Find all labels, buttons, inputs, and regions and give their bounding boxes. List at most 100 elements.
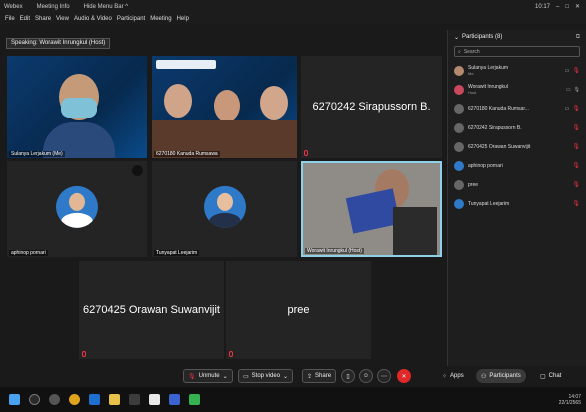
unmute-button[interactable]: 🎙 Unmute ⌄ bbox=[183, 369, 233, 383]
participant-avatar bbox=[454, 65, 464, 76]
chevron-down-icon[interactable]: ⌄ bbox=[283, 373, 288, 380]
mic-muted-icon: 🎙 bbox=[572, 163, 580, 169]
file-explorer-icon[interactable] bbox=[109, 394, 120, 405]
store-icon[interactable] bbox=[129, 394, 140, 405]
close-icon[interactable]: ✕ bbox=[575, 3, 580, 10]
hide-menu-bar-button[interactable]: Hide Menu Bar ^ bbox=[84, 4, 129, 10]
participant-row[interactable]: 6270425 Orawan Suwanvijit 🎙 bbox=[448, 137, 586, 156]
tile-name-large: pree bbox=[287, 304, 310, 316]
reactions-button[interactable]: ☺ bbox=[359, 369, 373, 383]
stop-video-button[interactable]: ▭ Stop video ⌄ bbox=[238, 369, 294, 383]
participant-search-input[interactable]: ⌕ Search bbox=[454, 46, 580, 57]
task-view-icon[interactable] bbox=[49, 394, 60, 405]
video-icon: ▭ bbox=[564, 67, 570, 74]
participant-avatar bbox=[454, 84, 464, 95]
participant-row[interactable]: Sulanya Lerjakum Me ▭ 🎙 bbox=[448, 61, 586, 80]
menu-meeting[interactable]: Meeting bbox=[150, 16, 171, 22]
chat-button[interactable]: ▢ Chat bbox=[536, 369, 565, 383]
search-icon: ⌕ bbox=[458, 48, 461, 55]
collapse-chevron-icon[interactable]: ⌄ bbox=[454, 34, 459, 41]
minimize-icon[interactable]: – bbox=[556, 4, 559, 10]
apps-button[interactable]: ⁘ Apps bbox=[438, 369, 468, 383]
leave-meeting-button[interactable]: ✕ bbox=[397, 369, 411, 383]
face-mask bbox=[61, 98, 97, 118]
menu-edit[interactable]: Edit bbox=[20, 16, 30, 22]
participant-name: Sulanya Lerjakum bbox=[468, 65, 509, 71]
participant-name: 6270242 Sirapussorn B. bbox=[468, 124, 522, 131]
video-tile-6-active-speaker[interactable]: Worawit Inrungkul (Host) bbox=[301, 161, 442, 257]
chevron-down-icon[interactable]: ⌄ bbox=[223, 373, 228, 380]
mic-muted-icon: 🎙 bbox=[188, 373, 196, 380]
mic-muted-icon: 🎙 bbox=[572, 125, 580, 131]
participant-row[interactable]: pree 🎙 bbox=[448, 175, 586, 194]
video-tile-2[interactable]: 6270180 Kanuda Rumsawa bbox=[152, 56, 297, 158]
windows-start-icon[interactable] bbox=[9, 394, 20, 405]
participant-row[interactable]: Worawit Inrungkul Host ▭ 🎙 bbox=[448, 80, 586, 99]
participant-avatar bbox=[454, 122, 464, 133]
menu-participant[interactable]: Participant bbox=[117, 16, 145, 22]
video-icon: ▭ bbox=[565, 86, 571, 93]
tile-name-large: 6270425 Orawan Suwanvijit bbox=[83, 304, 220, 316]
participant-avatar bbox=[454, 141, 464, 152]
app-icon[interactable] bbox=[149, 394, 160, 405]
search-icon[interactable] bbox=[29, 394, 40, 405]
windows-taskbar: 14:07 22/1/2565 bbox=[0, 387, 586, 412]
share-icon: ⇪ bbox=[307, 373, 313, 380]
record-icon: ▯ bbox=[346, 373, 350, 380]
meeting-info-button[interactable]: Meeting Info bbox=[37, 4, 70, 10]
maximize-icon[interactable]: □ bbox=[565, 4, 569, 10]
video-tile-5[interactable]: Tunyapat Leejarim bbox=[152, 161, 297, 257]
video-tile-1[interactable]: Sulanya Lerjakum (Me) bbox=[7, 56, 147, 158]
participant-avatar bbox=[454, 160, 464, 171]
mic-muted-icon: 🎙 bbox=[572, 182, 580, 188]
participant-name: Tunyapat Leejarim bbox=[468, 200, 510, 207]
participant-avatar bbox=[454, 198, 464, 209]
line-icon[interactable] bbox=[189, 394, 200, 405]
mic-muted-icon: 🎙 bbox=[572, 144, 580, 150]
participant-row[interactable]: 6270242 Sirapussorn B. 🎙 bbox=[448, 118, 586, 137]
menu-view[interactable]: View bbox=[56, 16, 69, 22]
chat-label: Chat bbox=[548, 373, 562, 379]
logo-banner bbox=[156, 60, 216, 69]
edge-icon[interactable] bbox=[89, 394, 100, 405]
participant-row[interactable]: Tunyapat Leejarim 🎙 bbox=[448, 194, 586, 213]
participant-row[interactable]: aphinop pornari 🎙 bbox=[448, 156, 586, 175]
recorder-button[interactable]: ▯ bbox=[341, 369, 355, 383]
participant-face bbox=[164, 84, 192, 118]
apps-label: Apps bbox=[450, 373, 464, 379]
participant-avatar bbox=[454, 179, 464, 190]
more-button[interactable]: ⋯ bbox=[377, 369, 391, 383]
meeting-controls: 🎙 Unmute ⌄ ▭ Stop video ⌄ ⇪ Share ▯ ☺ ⋯ … bbox=[0, 366, 586, 386]
video-tile-8[interactable]: pree bbox=[226, 261, 371, 359]
tile-name: aphinop pornari bbox=[9, 250, 48, 256]
mic-muted-icon bbox=[229, 351, 233, 357]
video-icon: ▭ bbox=[564, 105, 570, 112]
video-tile-3[interactable]: 6270242 Sirapussorn B. bbox=[301, 56, 442, 158]
participant-role: Host bbox=[468, 90, 477, 95]
more-icon: ⋯ bbox=[381, 373, 387, 380]
video-tile-4[interactable]: aphinop pornari bbox=[7, 161, 147, 257]
chrome-icon[interactable] bbox=[69, 394, 80, 405]
participant-body bbox=[393, 207, 437, 255]
mic-muted-icon: 🎙 bbox=[572, 106, 580, 112]
menu-audio-video[interactable]: Audio & Video bbox=[74, 16, 112, 22]
video-tile-7[interactable]: 6270425 Orawan Suwanvijit bbox=[79, 261, 224, 359]
popout-icon[interactable]: ⧉ bbox=[576, 34, 580, 41]
menu-help[interactable]: Help bbox=[177, 16, 189, 22]
stop-video-label: Stop video bbox=[251, 373, 281, 379]
mic-muted-icon bbox=[304, 150, 308, 156]
share-button[interactable]: ⇪ Share bbox=[302, 369, 337, 383]
app-name: Webex bbox=[4, 3, 23, 10]
participants-button[interactable]: ⚇ Participants bbox=[476, 369, 526, 383]
webex-taskbar-icon[interactable] bbox=[169, 394, 180, 405]
more-options-icon[interactable] bbox=[132, 165, 143, 176]
participant-name: 6270425 Orawan Suwanvijit bbox=[468, 143, 531, 150]
close-icon: ✕ bbox=[401, 373, 407, 380]
participant-row[interactable]: 6270180 Kanuda Rumsar... ▭ 🎙 bbox=[448, 99, 586, 118]
mic-muted-icon: 🎙 bbox=[572, 68, 580, 74]
system-tray: 14:07 22/1/2565 bbox=[559, 394, 586, 406]
menu-file[interactable]: File bbox=[5, 16, 15, 22]
tile-name: Tunyapat Leejarim bbox=[154, 250, 200, 256]
participants-icon: ⚇ bbox=[481, 373, 487, 380]
menu-share[interactable]: Share bbox=[35, 16, 51, 22]
